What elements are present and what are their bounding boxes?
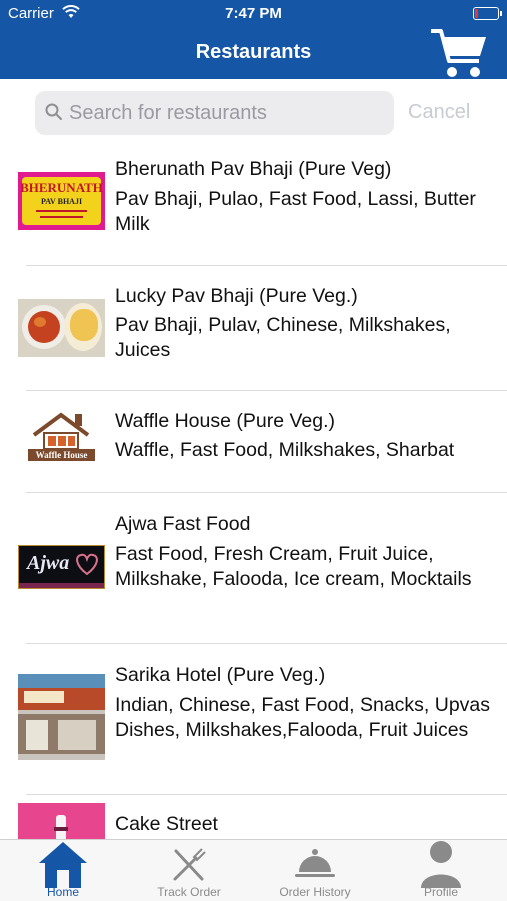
restaurant-photo [18,674,105,760]
restaurant-logo: Waffle House [18,405,105,463]
restaurant-photo [18,299,105,357]
tab-home[interactable]: Home [0,840,126,901]
person-icon [421,841,461,888]
tab-bar: Home Track Order Order History Profile [0,839,507,901]
list-item[interactable]: Ajwa Ajwa Fast Food Fast Food, Fresh Cre… [0,493,507,644]
restaurant-logo: Ajwa [18,545,105,589]
restaurant-name: Bherunath Pav Bhaji (Pure Veg) [115,158,392,180]
battery-level [475,9,479,18]
heart-icon [76,553,98,576]
list-item[interactable]: Lucky Pav Bhaji (Pure Veg.) Pav Bhaji, P… [0,266,507,391]
restaurant-name: Waffle House (Pure Veg.) [115,410,336,432]
search-box[interactable] [35,91,394,135]
food-cloche-icon [295,849,335,877]
restaurant-name: Ajwa Fast Food [115,513,251,535]
list-item[interactable]: BHERUNATH PAV BHAJI Bherunath Pav Bhaji … [0,147,507,266]
restaurant-cuisines: Fast Food, Fresh Cream, Fruit Juice, Mil… [115,543,472,590]
nav-bar: Restaurants [0,28,507,79]
search-bar: Cancel [0,79,507,147]
status-time: 7:47 PM [225,5,282,22]
restaurant-name: Lucky Pav Bhaji (Pure Veg.) [115,285,358,307]
tab-label: Order History [279,885,351,899]
logo-text: Ajwa [27,552,70,574]
shopping-cart-icon[interactable] [429,28,489,82]
restaurant-cuisines: Indian, Chinese, Fast Food, Snacks, Upva… [115,694,491,741]
status-bar: Carrier 7:47 PM [0,0,507,28]
restaurant-name: Cake Street [115,813,218,835]
tab-profile[interactable]: Profile [378,840,504,901]
tab-order-history[interactable]: Order History [252,840,378,901]
tab-label: Profile [423,885,458,899]
tab-label: Home [46,885,79,899]
search-input[interactable] [69,91,379,135]
home-icon [39,842,87,888]
battery-icon [473,7,502,20]
search-icon [45,103,62,120]
tab-track-order[interactable]: Track Order [126,840,252,901]
logo-subtext: PAV BHAJI [40,197,83,206]
cancel-button[interactable]: Cancel [408,101,470,124]
logo-text: BHERUNATH [20,180,103,195]
restaurant-cuisines: Pav Bhaji, Pulao, Fast Food, Lassi, Butt… [115,188,476,235]
restaurant-name: Sarika Hotel (Pure Veg.) [115,664,326,686]
restaurant-logo: BHERUNATH PAV BHAJI [18,172,105,230]
fork-knife-icon [173,848,206,881]
logo-text: Waffle House [28,449,95,461]
tab-label: Track Order [157,885,221,899]
list-item[interactable]: Sarika Hotel (Pure Veg.) Indian, Chinese… [0,644,507,795]
restaurant-cuisines: Pav Bhaji, Pulav, Chinese, Milkshakes, J… [115,314,451,361]
restaurant-cuisines: Waffle, Fast Food, Milkshakes, Sharbat [115,439,455,461]
list-item[interactable]: Waffle House Waffle House (Pure Veg.) Wa… [0,391,507,493]
